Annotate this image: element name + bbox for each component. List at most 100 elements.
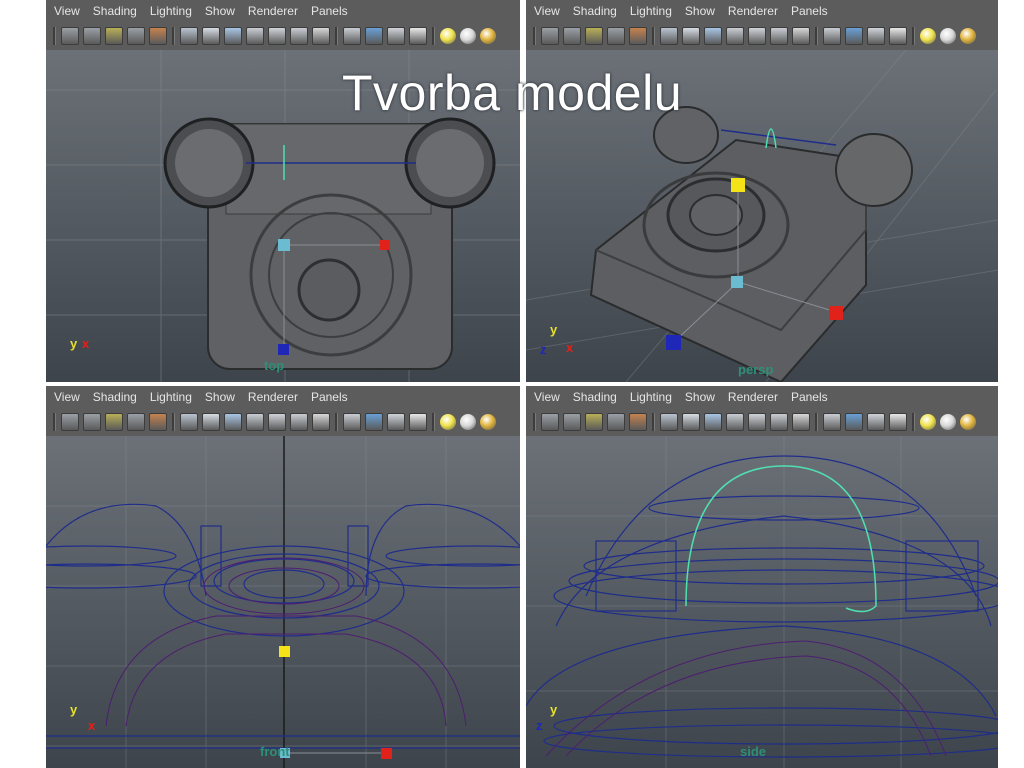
texture-icon[interactable] <box>290 27 308 45</box>
menu-renderer[interactable]: Renderer <box>248 4 298 18</box>
default-light-icon[interactable] <box>440 28 456 44</box>
menu-panels[interactable]: Panels <box>791 390 828 404</box>
shaded-cube-icon[interactable] <box>365 413 383 431</box>
isolate-select-icon[interactable] <box>629 413 647 431</box>
camera-attributes-icon[interactable] <box>61 413 79 431</box>
wire-on-shaded-icon[interactable] <box>867 413 885 431</box>
shadow-icon[interactable] <box>480 28 496 44</box>
menu-renderer[interactable]: Renderer <box>728 4 778 18</box>
viewport-canvas[interactable]: y x front <box>46 436 520 768</box>
shaded-cube-icon[interactable] <box>845 27 863 45</box>
shaded-cube-icon[interactable] <box>365 27 383 45</box>
menu-view[interactable]: View <box>534 390 560 404</box>
image-plane-icon[interactable] <box>105 413 123 431</box>
menu-panels[interactable]: Panels <box>791 4 828 18</box>
all-lights-icon[interactable] <box>460 414 476 430</box>
menu-show[interactable]: Show <box>205 4 235 18</box>
xray-icon[interactable] <box>343 27 361 45</box>
menu-shading[interactable]: Shading <box>93 390 137 404</box>
all-lights-icon[interactable] <box>940 28 956 44</box>
viewport-canvas[interactable]: y z side <box>526 436 998 768</box>
image-plane-icon[interactable] <box>585 27 603 45</box>
menu-lighting[interactable]: Lighting <box>630 390 672 404</box>
flat-shade-icon[interactable] <box>704 413 722 431</box>
menu-view[interactable]: View <box>54 390 80 404</box>
menu-view[interactable]: View <box>54 4 80 18</box>
menu-view[interactable]: View <box>534 4 560 18</box>
points-icon[interactable] <box>748 27 766 45</box>
bounding-box-icon[interactable] <box>246 413 264 431</box>
isolate-select-icon[interactable] <box>629 27 647 45</box>
wire-on-shaded-icon[interactable] <box>387 27 405 45</box>
viewport-front[interactable]: View Shading Lighting Show Renderer Pane… <box>46 386 520 768</box>
text-icon[interactable] <box>312 413 330 431</box>
camera-attributes-icon[interactable] <box>61 27 79 45</box>
viewport-top[interactable]: View Shading Lighting Show Renderer Pane… <box>46 0 520 382</box>
wire-on-shaded-icon[interactable] <box>387 413 405 431</box>
isolate-select-icon[interactable] <box>149 413 167 431</box>
points-icon[interactable] <box>268 27 286 45</box>
camera-attributes-icon[interactable] <box>541 27 559 45</box>
shadow-icon[interactable] <box>960 28 976 44</box>
menu-renderer[interactable]: Renderer <box>248 390 298 404</box>
checker-icon[interactable] <box>409 27 427 45</box>
smooth-shade-icon[interactable] <box>202 413 220 431</box>
checker-icon[interactable] <box>409 413 427 431</box>
xray-icon[interactable] <box>343 413 361 431</box>
menu-panels[interactable]: Panels <box>311 4 348 18</box>
all-lights-icon[interactable] <box>940 414 956 430</box>
grease-pencil-icon[interactable] <box>127 27 145 45</box>
isolate-select-icon[interactable] <box>149 27 167 45</box>
default-light-icon[interactable] <box>440 414 456 430</box>
points-icon[interactable] <box>268 413 286 431</box>
xray-icon[interactable] <box>823 27 841 45</box>
bookmark-icon[interactable] <box>563 413 581 431</box>
shaded-cube-icon[interactable] <box>845 413 863 431</box>
menu-renderer[interactable]: Renderer <box>728 390 778 404</box>
bounding-box-icon[interactable] <box>726 27 744 45</box>
texture-icon[interactable] <box>770 27 788 45</box>
menu-shading[interactable]: Shading <box>93 4 137 18</box>
texture-icon[interactable] <box>290 413 308 431</box>
flat-shade-icon[interactable] <box>704 27 722 45</box>
menu-shading[interactable]: Shading <box>573 4 617 18</box>
image-plane-icon[interactable] <box>585 413 603 431</box>
menu-lighting[interactable]: Lighting <box>150 390 192 404</box>
menu-panels[interactable]: Panels <box>311 390 348 404</box>
bookmark-icon[interactable] <box>83 27 101 45</box>
grease-pencil-icon[interactable] <box>607 413 625 431</box>
menu-show[interactable]: Show <box>685 4 715 18</box>
camera-attributes-icon[interactable] <box>541 413 559 431</box>
menu-lighting[interactable]: Lighting <box>630 4 672 18</box>
text-icon[interactable] <box>792 27 810 45</box>
wireframe-icon[interactable] <box>180 413 198 431</box>
menu-show[interactable]: Show <box>205 390 235 404</box>
smooth-shade-icon[interactable] <box>682 413 700 431</box>
bookmark-icon[interactable] <box>83 413 101 431</box>
flat-shade-icon[interactable] <box>224 27 242 45</box>
text-icon[interactable] <box>312 27 330 45</box>
menu-shading[interactable]: Shading <box>573 390 617 404</box>
wire-on-shaded-icon[interactable] <box>867 27 885 45</box>
shadow-icon[interactable] <box>960 414 976 430</box>
wireframe-icon[interactable] <box>180 27 198 45</box>
all-lights-icon[interactable] <box>460 28 476 44</box>
image-plane-icon[interactable] <box>105 27 123 45</box>
shadow-icon[interactable] <box>480 414 496 430</box>
smooth-shade-icon[interactable] <box>682 27 700 45</box>
xray-icon[interactable] <box>823 413 841 431</box>
smooth-shade-icon[interactable] <box>202 27 220 45</box>
bookmark-icon[interactable] <box>563 27 581 45</box>
menu-show[interactable]: Show <box>685 390 715 404</box>
menu-lighting[interactable]: Lighting <box>150 4 192 18</box>
points-icon[interactable] <box>748 413 766 431</box>
viewport-side[interactable]: View Shading Lighting Show Renderer Pane… <box>526 386 998 768</box>
text-icon[interactable] <box>792 413 810 431</box>
flat-shade-icon[interactable] <box>224 413 242 431</box>
default-light-icon[interactable] <box>920 28 936 44</box>
grease-pencil-icon[interactable] <box>607 27 625 45</box>
texture-icon[interactable] <box>770 413 788 431</box>
default-light-icon[interactable] <box>920 414 936 430</box>
wireframe-icon[interactable] <box>660 27 678 45</box>
checker-icon[interactable] <box>889 413 907 431</box>
